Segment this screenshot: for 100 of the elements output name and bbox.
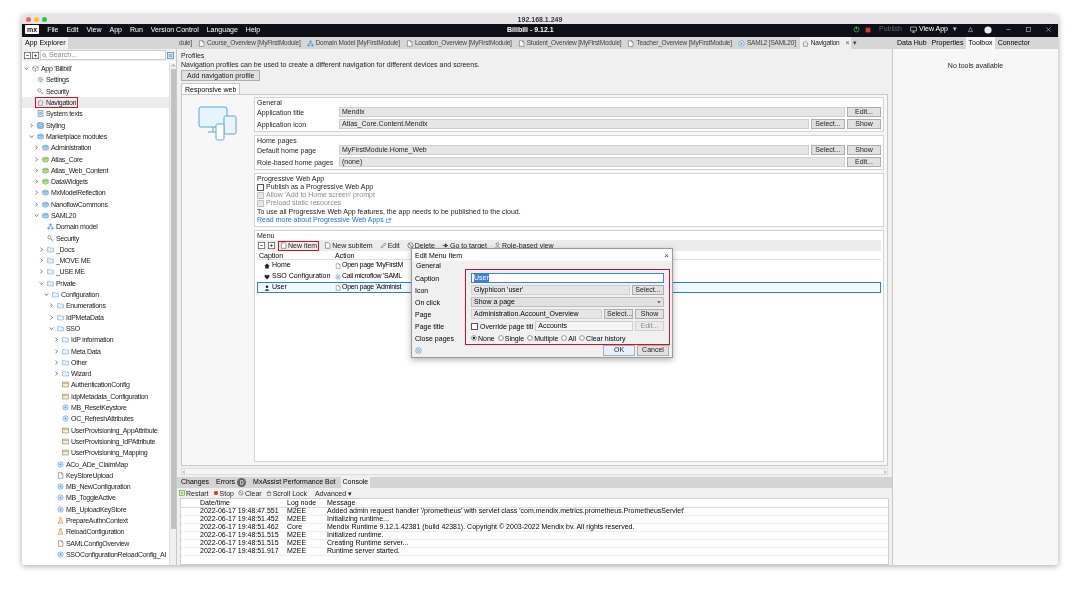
circle-icon <box>62 415 69 423</box>
chevron-right-icon[interactable] <box>54 337 59 343</box>
gear-icon <box>37 76 44 84</box>
page-icon <box>627 39 635 47</box>
module-icon <box>37 132 44 140</box>
key-icon <box>37 87 44 95</box>
page-icon <box>324 242 332 249</box>
snippet-icon <box>62 449 69 457</box>
caret-icon <box>657 300 661 304</box>
arrow-right-icon <box>441 242 449 249</box>
page-icon <box>517 39 525 47</box>
avatar-icon[interactable] <box>984 25 992 34</box>
house-icon <box>264 262 270 269</box>
scrollbar-thumb[interactable] <box>170 69 176 529</box>
chevron-right-icon[interactable] <box>49 314 54 320</box>
chevron-right-icon[interactable] <box>34 156 39 162</box>
page-icon <box>57 471 64 479</box>
close-icon[interactable] <box>1045 26 1052 33</box>
chevron-right-icon[interactable] <box>39 246 44 252</box>
diagram-icon <box>306 39 314 47</box>
house-icon <box>37 99 44 107</box>
circle-icon <box>57 550 64 558</box>
scrollbar[interactable] <box>169 63 176 565</box>
flask-icon <box>57 528 64 536</box>
person-icon <box>264 284 270 291</box>
module-icon <box>42 189 49 197</box>
snippet-icon <box>62 381 69 389</box>
page-icon <box>335 284 341 291</box>
chevron-right-icon[interactable] <box>54 371 59 377</box>
chevron-right-icon[interactable] <box>49 303 54 309</box>
prohibited-icon <box>406 242 414 249</box>
chevron-down-icon[interactable] <box>44 292 49 298</box>
checkbox[interactable] <box>257 183 264 191</box>
chevron-right-icon[interactable] <box>54 348 59 354</box>
page-icon <box>405 39 413 47</box>
minimize-icon[interactable] <box>1005 26 1012 33</box>
page-icon <box>280 242 287 249</box>
share-icon[interactable] <box>967 26 974 33</box>
chevron-right-icon[interactable] <box>34 201 39 207</box>
chevron-right-icon[interactable] <box>29 122 34 128</box>
stop-icon <box>212 490 219 496</box>
chevron-right-icon[interactable] <box>34 179 39 185</box>
scrollbar[interactable] <box>181 468 888 475</box>
devices-drawing <box>198 106 238 142</box>
close-button[interactable] <box>26 17 31 22</box>
circle-icon <box>335 273 341 280</box>
expand-all-icon[interactable] <box>268 242 275 249</box>
module-icon <box>42 144 49 152</box>
snippet-icon <box>62 426 69 434</box>
snippet-icon <box>62 392 69 400</box>
chevron-right-icon[interactable] <box>34 167 39 173</box>
page-icon <box>335 262 341 269</box>
circle-icon <box>62 404 69 412</box>
document-icon <box>37 110 44 118</box>
heart-icon <box>264 273 270 280</box>
page-icon <box>198 39 206 47</box>
chevron-down-icon[interactable] <box>39 280 44 286</box>
scroll-up-icon[interactable] <box>170 63 176 68</box>
chevron-down-icon[interactable] <box>29 133 34 139</box>
collapse-all-icon[interactable] <box>24 51 31 59</box>
close-icon[interactable]: × <box>664 250 669 260</box>
person-icon <box>493 242 501 249</box>
power-icon[interactable] <box>852 26 860 33</box>
chevron-right-icon[interactable] <box>39 269 44 275</box>
chevron-right-icon[interactable] <box>34 190 39 196</box>
collapse-all-icon[interactable] <box>258 242 265 249</box>
expand-all-icon[interactable] <box>32 51 39 59</box>
circle-icon <box>57 494 64 502</box>
page-icon <box>57 539 64 547</box>
stop-icon[interactable] <box>864 26 871 33</box>
chevron-right-icon[interactable] <box>39 258 44 264</box>
checkbox[interactable] <box>471 322 478 330</box>
chevron-right-icon[interactable] <box>34 145 39 151</box>
module-icon <box>42 200 49 208</box>
chevron-right-icon[interactable] <box>54 359 59 365</box>
diagram-icon <box>47 223 54 231</box>
palette-icon <box>37 121 44 129</box>
prohibited-icon <box>237 490 244 496</box>
module-icon <box>42 178 49 186</box>
external-link-icon[interactable] <box>385 217 391 223</box>
cube-icon <box>32 65 39 73</box>
help-icon[interactable] <box>415 346 422 354</box>
lock-icon <box>265 490 272 496</box>
snippet-icon <box>62 437 69 445</box>
chevron-down-icon[interactable] <box>49 325 54 331</box>
flask-icon <box>57 517 64 524</box>
module-icon <box>42 212 49 219</box>
circle-icon <box>57 460 64 468</box>
circle-icon <box>57 483 64 491</box>
circle-icon <box>57 505 64 513</box>
pencil-icon <box>379 242 387 249</box>
maximize-icon[interactable] <box>1025 26 1032 33</box>
filter-icon[interactable] <box>167 51 174 59</box>
house-icon <box>801 39 809 47</box>
chevron-down-icon[interactable] <box>24 66 29 72</box>
play-icon <box>179 490 185 496</box>
monitor-icon <box>909 26 917 33</box>
circle-icon <box>737 39 745 47</box>
chevron-down-icon[interactable] <box>34 213 39 218</box>
key-icon <box>47 234 54 242</box>
